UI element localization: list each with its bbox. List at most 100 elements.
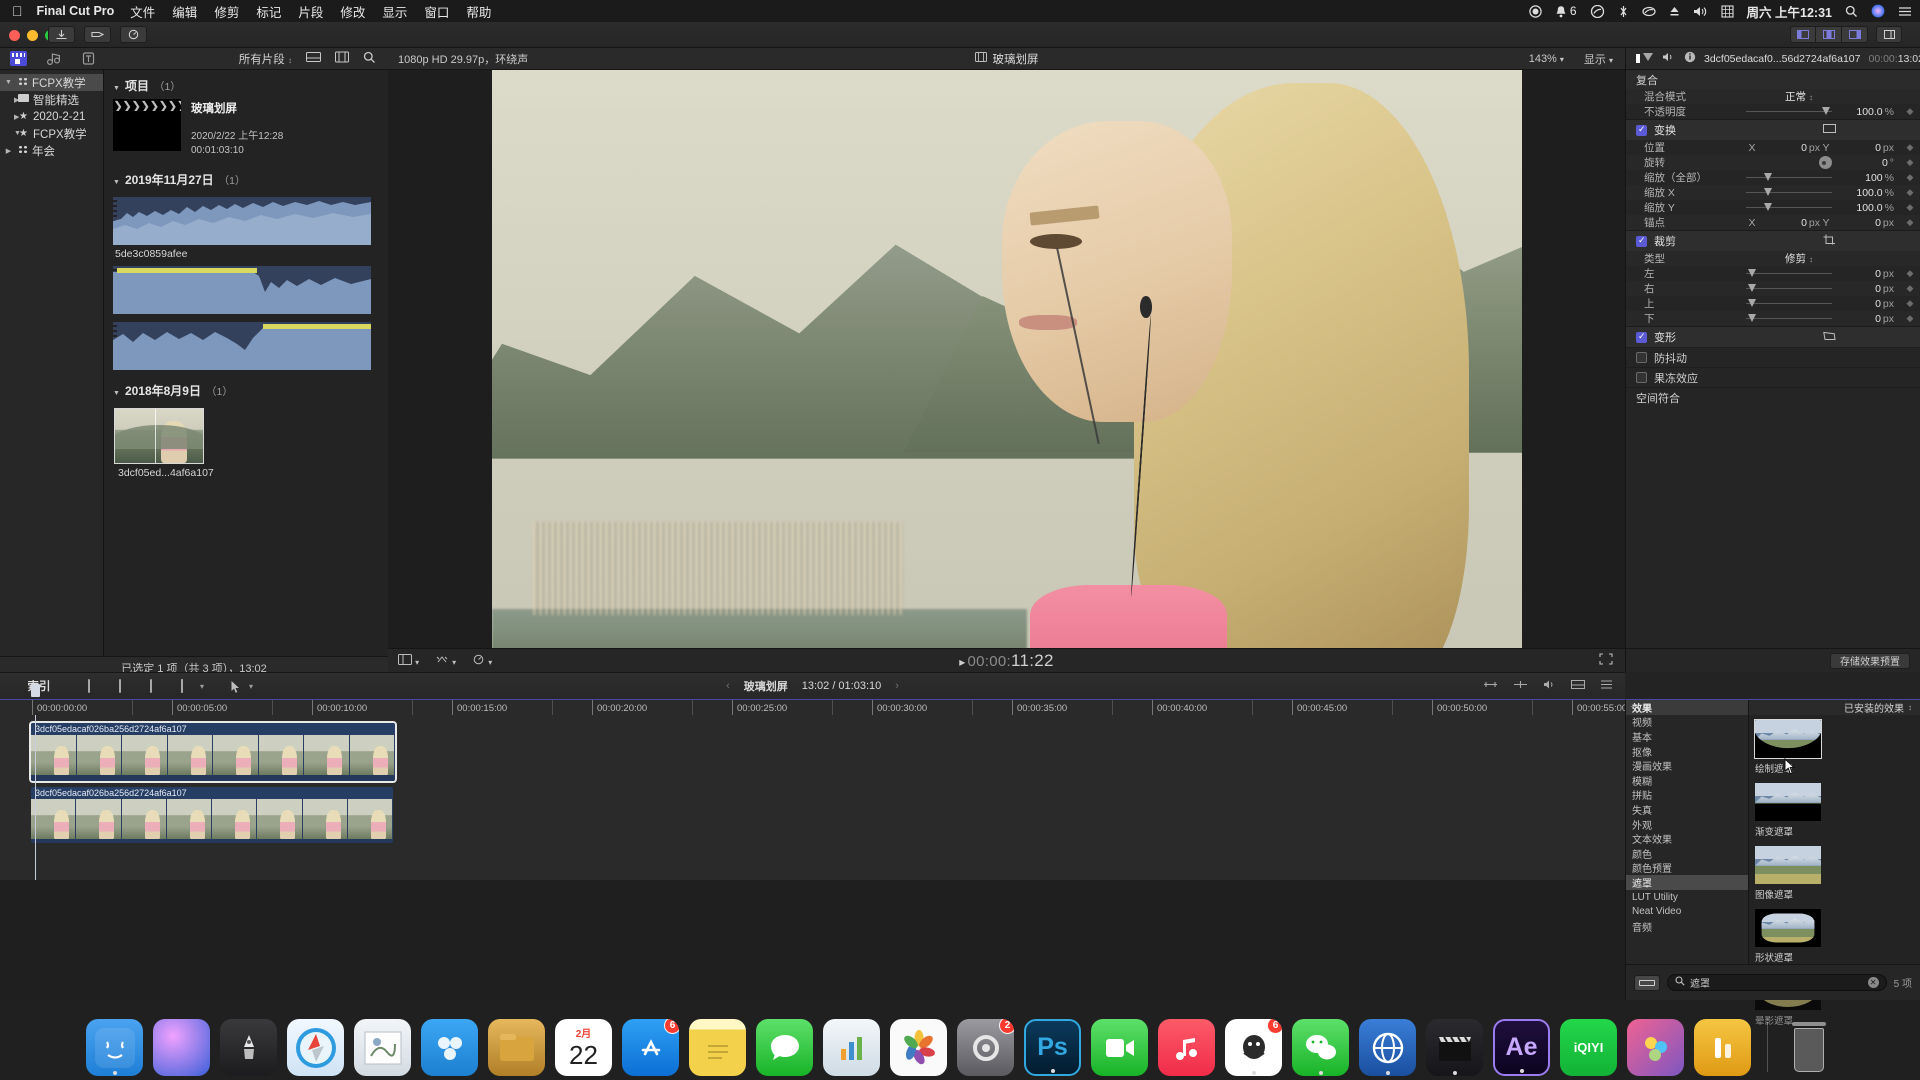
dock-item-keynote-charts[interactable] xyxy=(823,1019,880,1076)
audio-inspector-icon[interactable] xyxy=(1662,51,1676,66)
menu-item-mark[interactable]: 标记 xyxy=(256,2,281,21)
dock-item-calendar[interactable]: 2月 22 xyxy=(555,1019,612,1076)
opacity-value[interactable]: 100.0% xyxy=(1832,106,1894,118)
timeline-clip-primary[interactable]: 3dcf05edacaf026ba256d2724af6a107 xyxy=(29,721,397,783)
group-header-projects[interactable]: ▼ 项目 （1） xyxy=(104,70,388,99)
effects-category-basic[interactable]: 基本 xyxy=(1626,729,1748,744)
crop-top-value[interactable]: 0 px xyxy=(1832,298,1894,310)
effects-preview-toggle[interactable] xyxy=(1634,974,1660,991)
viewer-layout-button[interactable] xyxy=(1816,26,1842,43)
bell-icon[interactable]: 6 xyxy=(1555,4,1577,18)
dock-item-notes[interactable] xyxy=(689,1019,746,1076)
effects-category-keying[interactable]: 抠像 xyxy=(1626,744,1748,759)
dock-item-app-store[interactable]: 6 xyxy=(622,1019,679,1076)
effects-category-neat-video[interactable]: Neat Video xyxy=(1626,904,1748,919)
effects-category-color[interactable]: 颜色 xyxy=(1626,846,1748,861)
audio-clip-item[interactable] xyxy=(113,265,371,314)
keyframe-button[interactable]: ◆ xyxy=(1900,313,1920,324)
chevron-down-icon[interactable]: ▼ xyxy=(113,390,120,397)
crop-type-value[interactable]: 修剪 ↕ xyxy=(1704,251,1894,266)
menu-item-trim[interactable]: 修剪 xyxy=(214,2,239,21)
dock-item-system-preferences[interactable]: 2 xyxy=(957,1019,1014,1076)
dock-item-final-cut-pro[interactable] xyxy=(1426,1019,1483,1076)
effect-item-gradient-mask[interactable]: 渐变遮罩 xyxy=(1755,783,1835,838)
sidebar-item-smart-collections[interactable]: ▶ 智能精选 xyxy=(0,91,103,108)
select-tool-icon[interactable] xyxy=(230,680,245,693)
control-center-icon[interactable] xyxy=(1898,5,1912,18)
distort-section-header[interactable]: 变形 xyxy=(1626,326,1920,347)
clapperboard-icon[interactable] xyxy=(10,51,27,66)
keyframe-button[interactable]: ◆ xyxy=(1900,283,1920,294)
spatial-conform-row[interactable]: 空间符合 xyxy=(1626,387,1920,407)
opacity-row[interactable]: 不透明度 100.0% ◆ xyxy=(1626,104,1920,119)
minimize-button[interactable] xyxy=(27,30,38,41)
playhead[interactable] xyxy=(35,715,36,880)
inspector-toggle-button[interactable] xyxy=(1876,26,1902,43)
timeline-index-toggle-icon[interactable] xyxy=(1600,679,1613,693)
chevron-down-icon[interactable]: ▼ xyxy=(113,179,120,186)
color-inspector-icon[interactable] xyxy=(1642,51,1654,66)
crop-right-slider[interactable] xyxy=(1746,283,1832,294)
rolling-shutter-row[interactable]: 果冻效应 xyxy=(1626,367,1920,387)
group-header-2018-8-9[interactable]: ▼ 2018年8月9日 （1） xyxy=(104,370,388,404)
inspector-panel[interactable]: 3dcf05edacaf0...56d2724af6a107 00:00:13:… xyxy=(1625,48,1920,672)
dock-item-qq[interactable]: 6 xyxy=(1225,1019,1282,1076)
effects-category-video[interactable]: 视频 xyxy=(1626,715,1748,729)
effect-thumbnail[interactable] xyxy=(1754,719,1822,759)
distort-onscreen-controls-icon[interactable] xyxy=(1823,330,1836,344)
sidebar-item-event-fcpx[interactable]: ▼ ★ FCPX教学 xyxy=(0,125,103,142)
keyframe-button[interactable]: ◆ xyxy=(1900,187,1920,198)
dock-item-photos[interactable] xyxy=(890,1019,947,1076)
crop-right-value[interactable]: 0 px xyxy=(1832,283,1894,295)
crop-section-header[interactable]: 裁剪 xyxy=(1626,230,1920,251)
dropbox-icon[interactable] xyxy=(1641,5,1656,18)
effects-category-text-effects[interactable]: 文本效果 xyxy=(1626,831,1748,846)
scale-all-value[interactable]: 100% xyxy=(1832,172,1894,184)
distort-checkbox[interactable] xyxy=(1636,331,1647,343)
transform-checkbox[interactable] xyxy=(1636,124,1647,136)
opacity-slider[interactable] xyxy=(1746,106,1832,117)
layout-toggle-group[interactable] xyxy=(1790,26,1868,43)
clear-icon[interactable]: ✕ xyxy=(1867,977,1879,988)
crop-bottom-slider[interactable] xyxy=(1746,313,1832,324)
effects-grid-pane[interactable]: 已安装的效果 ↕ 绘制遮罩 渐变遮罩 图像遮罩 形状遮罩 晕影遮罩 xyxy=(1749,700,1920,1027)
crop-bottom-row[interactable]: 下 0 px ◆ xyxy=(1626,311,1920,326)
crop-checkbox[interactable] xyxy=(1636,235,1647,247)
timeline-appearance-icon[interactable] xyxy=(1571,679,1585,693)
chevron-right-icon[interactable]: ▶ xyxy=(4,147,13,155)
crop-left-value[interactable]: 0 px xyxy=(1832,268,1894,280)
keyframe-button[interactable]: ◆ xyxy=(1900,268,1920,279)
rotation-row[interactable]: 旋转 0 ° ◆ xyxy=(1626,155,1920,170)
effects-category-blur[interactable]: 模糊 xyxy=(1626,773,1748,788)
audio-clip-item[interactable] xyxy=(113,196,371,245)
volume-icon[interactable] xyxy=(1693,5,1708,18)
browser-layout-button[interactable] xyxy=(1790,26,1816,43)
crop-left-row[interactable]: 左 0 px ◆ xyxy=(1626,266,1920,281)
keyframe-button[interactable]: ◆ xyxy=(1900,217,1920,228)
effects-search-input[interactable]: 遮罩 ✕ xyxy=(1667,974,1887,991)
scale-y-row[interactable]: 缩放 Y 100.0% ◆ xyxy=(1626,200,1920,215)
titles-icon[interactable] xyxy=(80,51,97,66)
position-x-value[interactable]: 0 px xyxy=(1758,142,1820,154)
effect-thumbnail[interactable] xyxy=(1755,783,1821,821)
keyframe-button[interactable]: ◆ xyxy=(1900,157,1920,168)
anchor-y-value[interactable]: 0 px xyxy=(1832,217,1894,229)
eject-icon[interactable] xyxy=(1669,5,1680,18)
keyframe-button[interactable]: ◆ xyxy=(1900,202,1920,213)
effect-thumbnail[interactable] xyxy=(1755,909,1821,947)
effect-thumbnail[interactable] xyxy=(1755,846,1821,884)
effect-item-image-mask[interactable]: 图像遮罩 xyxy=(1755,846,1835,901)
dock-item-notes-folder[interactable] xyxy=(488,1019,545,1076)
sidebar-item-library-annual[interactable]: ▶ 年会 xyxy=(0,142,103,159)
dock-item-wechat[interactable] xyxy=(1292,1019,1349,1076)
chevron-right-icon[interactable]: ▶ xyxy=(4,113,19,121)
sidebar-item-event-2020-2-21[interactable]: ▶ ★ 2020-2-21 xyxy=(0,108,103,125)
append-icon[interactable] xyxy=(150,678,165,693)
rolling-shutter-checkbox[interactable] xyxy=(1636,372,1647,383)
dock-item-colorful-app[interactable] xyxy=(1627,1019,1684,1076)
scale-x-row[interactable]: 缩放 X 100.0% ◆ xyxy=(1626,185,1920,200)
crop-top-row[interactable]: 上 0 px ◆ xyxy=(1626,296,1920,311)
import-media-button[interactable] xyxy=(48,26,75,43)
inspector-layout-button[interactable] xyxy=(1842,26,1868,43)
dock-item-photoshop[interactable]: Ps xyxy=(1024,1019,1081,1076)
